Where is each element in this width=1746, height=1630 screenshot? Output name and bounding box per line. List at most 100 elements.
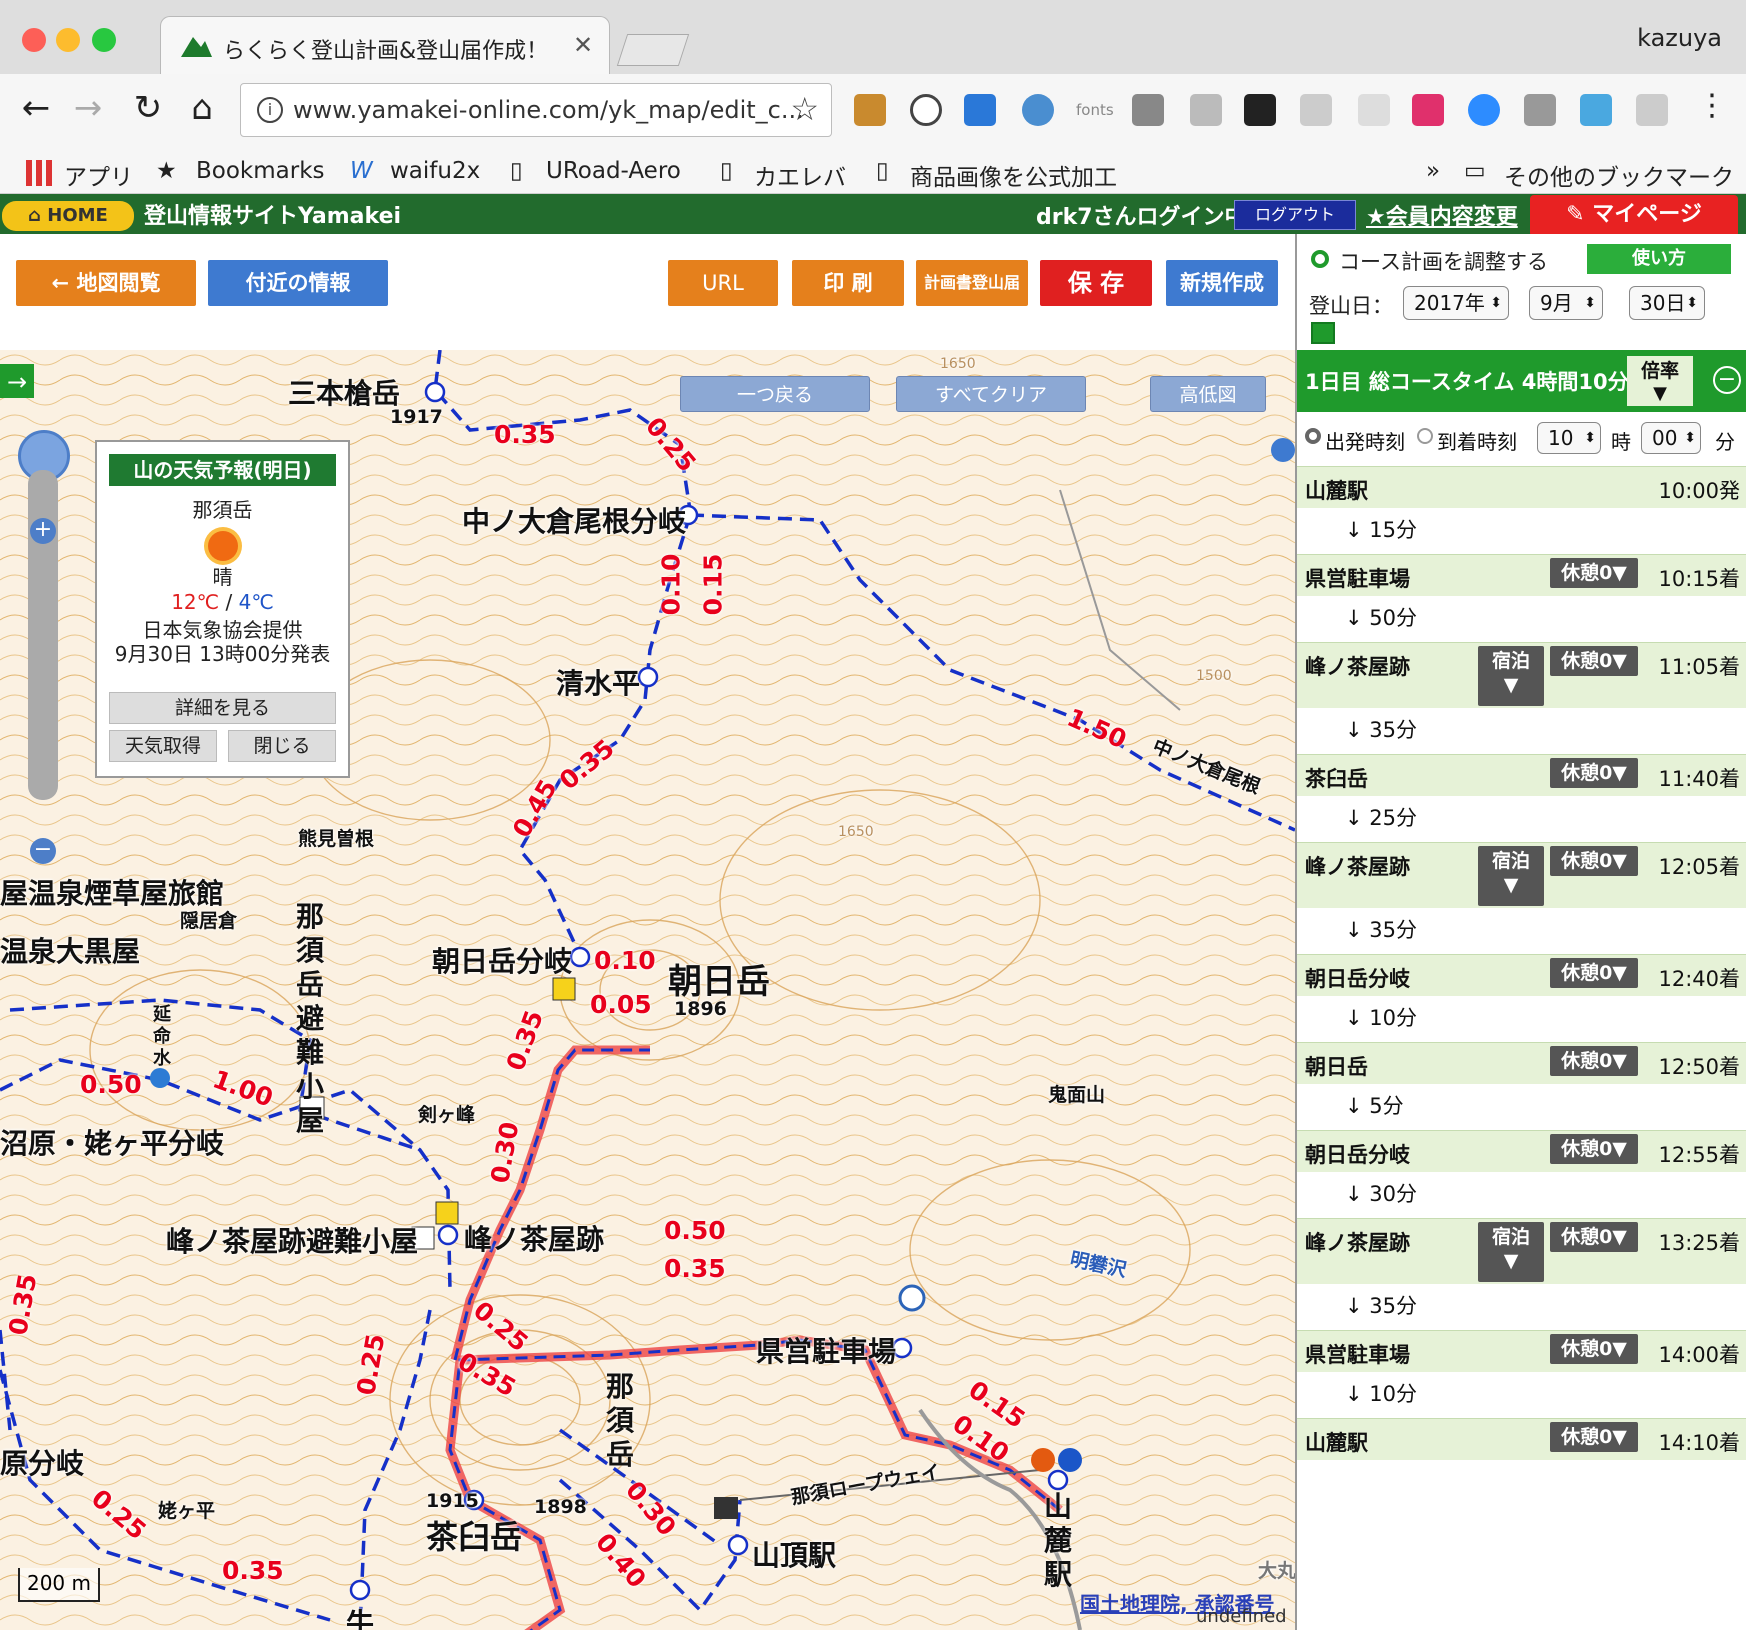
extension-page-icon[interactable]: [1300, 94, 1332, 126]
extension-q-icon[interactable]: [1412, 94, 1444, 126]
day-select[interactable]: 30日 ⬍: [1629, 286, 1705, 320]
course-stop[interactable]: 朝日岳分岐 12:55着 休憩0▼: [1297, 1130, 1746, 1172]
new-plan-button[interactable]: 新規作成: [1166, 260, 1278, 306]
hour-select[interactable]: 10 ⬍: [1537, 422, 1601, 454]
extension-chat-icon[interactable]: [1358, 94, 1390, 126]
calendar-icon[interactable]: [1311, 322, 1335, 344]
address-bar[interactable]: i www.yamakei-online.com/yk_map/edit_c..…: [240, 83, 832, 137]
save-button[interactable]: 保 存: [1040, 260, 1152, 306]
other-bookmarks[interactable]: その他のブックマーク: [1504, 158, 1734, 192]
water-icon[interactable]: [150, 1068, 170, 1088]
extension-zoom-icon[interactable]: [1468, 94, 1500, 126]
minute-select[interactable]: 00 ⬍: [1641, 422, 1701, 454]
url-button[interactable]: URL: [668, 260, 778, 306]
member-edit-link[interactable]: ★会員内容変更: [1366, 199, 1518, 231]
howto-button[interactable]: 使い方: [1587, 244, 1731, 274]
nearby-info-button[interactable]: 付近の情報: [208, 260, 388, 306]
bookmark-apps[interactable]: アプリ: [64, 158, 133, 192]
ropeway-station-icon[interactable]: [714, 1497, 738, 1519]
logout-button[interactable]: ログアウト: [1234, 200, 1356, 230]
course-stop[interactable]: 山麓駅 14:10着 休憩0▼: [1297, 1418, 1746, 1460]
course-stop[interactable]: 朝日岳 12:50着 休憩0▼: [1297, 1042, 1746, 1084]
zoom-out-icon[interactable]: −: [30, 838, 56, 864]
zoom-in-icon[interactable]: +: [30, 518, 56, 544]
rest-select[interactable]: 休憩0▼: [1550, 846, 1638, 876]
course-stop[interactable]: 峰ノ茶屋跡 13:25着 休憩0▼ 宿泊 ▼: [1297, 1218, 1746, 1284]
depart-radio[interactable]: [1305, 428, 1321, 444]
radio-icon[interactable]: [1311, 250, 1329, 268]
menu-dots-icon[interactable]: ⋮: [1690, 88, 1734, 123]
bookmark-uroad[interactable]: URoad-Aero: [546, 158, 681, 184]
home-button[interactable]: ⌂ HOME: [2, 201, 134, 231]
home-icon[interactable]: ⌂: [180, 88, 224, 128]
start-icon[interactable]: [1031, 1448, 1055, 1472]
bookmark-waifu2x[interactable]: waifu2x: [390, 158, 480, 184]
stay-select[interactable]: 宿泊 ▼: [1478, 1222, 1544, 1282]
extension-bird-icon[interactable]: [1580, 94, 1612, 126]
add-point-icon[interactable]: [1271, 438, 1295, 462]
course-stop[interactable]: 峰ノ茶屋跡 11:05着 休憩0▼ 宿泊 ▼: [1297, 642, 1746, 708]
rest-select[interactable]: 休憩0▼: [1550, 1134, 1638, 1164]
reload-icon[interactable]: ↻: [126, 88, 170, 128]
active-tab[interactable]: らくらく登山計画&登山届作成！ ✕: [160, 16, 610, 74]
forward-icon[interactable]: →: [66, 88, 110, 128]
site-info-icon[interactable]: i: [257, 97, 283, 123]
rest-select[interactable]: 休憩0▼: [1550, 758, 1638, 788]
bookmark-star-icon[interactable]: ☆: [790, 90, 819, 128]
course-stop[interactable]: 県営駐車場 14:00着 休憩0▼: [1297, 1330, 1746, 1372]
stay-select[interactable]: 宿泊 ▼: [1478, 646, 1544, 706]
rest-select[interactable]: 休憩0▼: [1550, 1422, 1638, 1452]
extension-gray-icon[interactable]: [1132, 94, 1164, 126]
course-stop[interactable]: 山麓駅 10:00発: [1297, 466, 1746, 508]
weather-fetch-button[interactable]: 天気取得: [109, 730, 217, 762]
extension-bl-icon[interactable]: [964, 94, 996, 126]
bookmark-kaereba[interactable]: カエレバ: [754, 158, 846, 192]
course-stop[interactable]: 朝日岳分岐 12:40着 休憩0▼: [1297, 954, 1746, 996]
mypage-button[interactable]: ✎ マイページ: [1530, 195, 1738, 237]
goal-icon[interactable]: [1058, 1448, 1082, 1472]
weather-close-button[interactable]: 閉じる: [228, 730, 336, 762]
profile-name[interactable]: kazuya: [1637, 24, 1722, 52]
extension-globe-icon[interactable]: [1022, 94, 1054, 126]
arrive-radio[interactable]: [1417, 428, 1433, 444]
year-select[interactable]: 2017年 ⬍: [1403, 286, 1509, 320]
extension-download2-icon[interactable]: [1636, 94, 1668, 126]
camera-icon[interactable]: [1524, 94, 1556, 126]
rest-select[interactable]: 休憩0▼: [1550, 558, 1638, 588]
print-button[interactable]: 印 刷: [792, 260, 904, 306]
rest-select[interactable]: 休憩0▼: [1550, 1222, 1638, 1252]
undo-button[interactable]: 一つ戻る: [680, 376, 870, 412]
more-bookmarks-chevron[interactable]: »: [1426, 158, 1440, 184]
back-icon[interactable]: ←: [14, 88, 58, 128]
elevation-chart-button[interactable]: 高低図: [1150, 376, 1266, 412]
stay-select[interactable]: 宿泊 ▼: [1478, 846, 1544, 906]
bookmark-shohin[interactable]: 商品画像を公式加工: [910, 158, 1117, 192]
new-tab-button[interactable]: [616, 34, 690, 66]
rest-select[interactable]: 休憩0▼: [1550, 958, 1638, 988]
warning-icon[interactable]: [552, 977, 576, 1001]
maximize-window-button[interactable]: [92, 28, 116, 52]
extension-fonts-icon[interactable]: fonts: [1076, 94, 1114, 126]
map-view-button[interactable]: ← 地図閲覧: [16, 260, 196, 306]
course-stop[interactable]: 茶臼岳 11:40着 休憩0▼: [1297, 754, 1746, 796]
rest-select[interactable]: 休憩0▼: [1550, 646, 1638, 676]
tab-close-icon[interactable]: ✕: [573, 31, 593, 59]
extension-info-icon[interactable]: [910, 94, 942, 126]
clear-all-button[interactable]: すべてクリア: [896, 376, 1086, 412]
bookmark-bookmarks[interactable]: Bookmarks: [196, 158, 325, 184]
extension-download-icon[interactable]: [1190, 94, 1222, 126]
extension-box-icon[interactable]: [854, 94, 886, 126]
course-stop[interactable]: 峰ノ茶屋跡 12:05着 休憩0▼ 宿泊 ▼: [1297, 842, 1746, 908]
rest-select[interactable]: 休憩0▼: [1550, 1334, 1638, 1364]
course-stop[interactable]: 県営駐車場 10:15着 休憩0▼: [1297, 554, 1746, 596]
parking-icon[interactable]: [898, 1284, 926, 1312]
site-name[interactable]: 登山情報サイトYamakei: [144, 198, 401, 230]
rest-select[interactable]: 休憩0▼: [1550, 1046, 1638, 1076]
weather-detail-button[interactable]: 詳細を見る: [109, 692, 336, 724]
warning-icon[interactable]: [435, 1201, 459, 1225]
extension-b-icon[interactable]: [1244, 94, 1276, 126]
ratio-button[interactable]: 倍率 ▼: [1627, 356, 1693, 406]
close-window-button[interactable]: [22, 28, 46, 52]
collapse-icon[interactable]: −: [1713, 366, 1741, 394]
topo-map[interactable]: → 一つ戻る すべてクリア 高低図 + − 山の天気予報(明日) 那須岳 晴 1…: [0, 350, 1295, 1630]
